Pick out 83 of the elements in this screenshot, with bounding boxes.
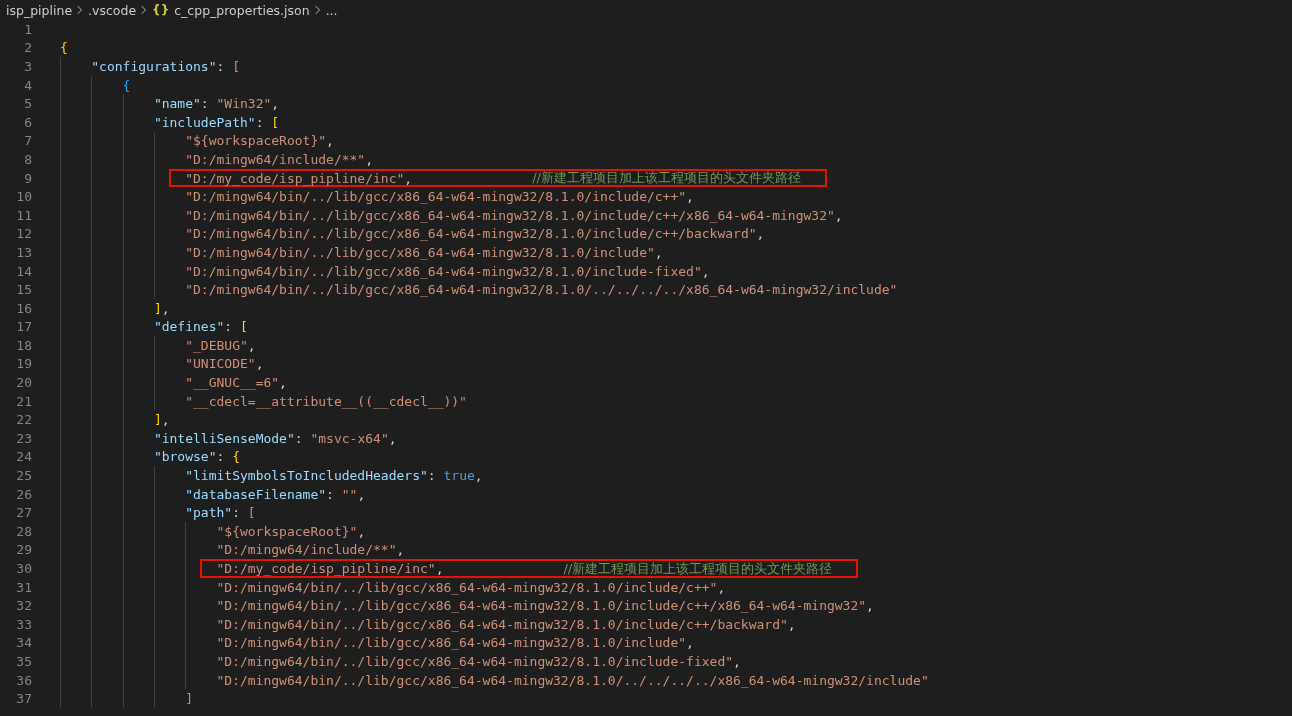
- code-line: "D:/mingw64/bin/../lib/gcc/x86_64-w64-mingw32/8.1.0/include",: [216, 635, 694, 651]
- line-number: 18: [15, 337, 32, 353]
- line-number: 17: [15, 319, 32, 335]
- code-line: "D:/mingw64/bin/../lib/gcc/x86_64-w64-mingw32/8.1.0/include/c++/x86_64-w64-mingw32",: [216, 598, 874, 614]
- breadcrumb-folder[interactable]: .vscode: [88, 2, 137, 18]
- code-line: "${workspaceRoot}",: [185, 133, 334, 149]
- line-number: 11: [15, 207, 32, 223]
- line-number: 28: [15, 523, 32, 539]
- code-line: ],: [153, 412, 170, 428]
- code-line: "D:/mingw64/bin/../lib/gcc/x86_64-w64-mingw32/8.1.0/include/c++/backward",: [216, 616, 796, 632]
- code-line: "limitSymbolsToIncludedHeaders": true,: [185, 468, 483, 484]
- code-line: "includePath": [: [153, 114, 280, 130]
- line-number: 22: [15, 412, 32, 428]
- code-comment: //新建工程项目加上该工程项目的头文件夹路径: [563, 559, 833, 578]
- chevron-icon: [314, 5, 321, 15]
- line-number: 30: [15, 561, 32, 576]
- code-line: "__cdecl=__attribute__((__cdecl__))": [185, 393, 467, 409]
- line-number: 23: [15, 430, 32, 446]
- code-line: "D:/my_code/isp_pipline/inc",: [185, 170, 413, 186]
- line-number: 4: [23, 77, 32, 93]
- line-number: 6: [23, 114, 32, 130]
- line-number: 2: [23, 40, 32, 56]
- line-number: 5: [23, 96, 32, 112]
- code-line: "__GNUC__=6",: [185, 375, 287, 391]
- code-line: "D:/mingw64/bin/../lib/gcc/x86_64-w64-mingw32/8.1.0/../../../../x86_64-w64-mingw32/include": [185, 282, 898, 298]
- line-number: 16: [15, 300, 32, 316]
- chevron-icon: [141, 5, 148, 15]
- code-comment: //新建工程项目加上该工程项目的头文件夹路径: [532, 169, 801, 188]
- code-line: "D:/mingw64/bin/../lib/gcc/x86_64-w64-mingw32/8.1.0/include-fixed",: [185, 263, 710, 279]
- line-number: 13: [15, 244, 32, 260]
- line-number: 25: [15, 468, 32, 484]
- line-number: 31: [15, 579, 32, 595]
- code-line: "defines": [: [153, 319, 248, 335]
- code-line: "intelliSenseMode": "msvc-x64",: [153, 430, 397, 446]
- breadcrumb-file[interactable]: c_cpp_properties.json: [174, 2, 310, 18]
- line-number: 10: [15, 189, 32, 205]
- line-number: 24: [15, 449, 32, 465]
- code-line: {: [60, 40, 68, 56]
- line-number: 8: [23, 151, 32, 167]
- code-line: "D:/my_code/isp_pipline/inc",: [216, 561, 444, 576]
- code-line: "D:/mingw64/bin/../lib/gcc/x86_64-w64-mingw32/8.1.0/include/c++/backward",: [185, 226, 765, 242]
- line-number: 14: [15, 263, 32, 279]
- line-number: 26: [15, 486, 32, 502]
- line-number: 20: [15, 375, 32, 391]
- line-number: 37: [15, 691, 32, 707]
- code-line: "D:/mingw64/bin/../lib/gcc/x86_64-w64-mingw32/8.1.0/../../../../x86_64-w64-mingw32/include": [216, 672, 929, 688]
- line-number: 3: [23, 59, 32, 74]
- line-number: 19: [15, 356, 32, 372]
- code-line: "browse": {: [153, 449, 240, 465]
- line-number: 15: [15, 282, 32, 298]
- line-number: 21: [15, 393, 32, 409]
- code-line: "databaseFilename": "",: [185, 486, 366, 502]
- code-line: "${workspaceRoot}",: [216, 523, 366, 539]
- code-line: "path": [: [185, 505, 256, 521]
- line-number: 27: [15, 505, 32, 521]
- line-number: 9: [23, 170, 32, 186]
- code-line: "name": "Win32",: [153, 96, 280, 112]
- code-line: "D:/mingw64/bin/../lib/gcc/x86_64-w64-mingw32/8.1.0/include/c++",: [185, 189, 694, 205]
- chevron-icon: [77, 5, 84, 15]
- line-number: 35: [15, 654, 32, 669]
- breadcrumb-folder[interactable]: isp_pipline: [6, 2, 73, 18]
- code-line: "D:/mingw64/include/**",: [216, 542, 405, 558]
- line-number: 12: [15, 226, 32, 242]
- code-line: ],: [153, 300, 170, 316]
- line-number: 34: [15, 635, 32, 651]
- code-line: "D:/mingw64/bin/../lib/gcc/x86_64-w64-mingw32/8.1.0/include/c++",: [216, 579, 726, 595]
- code-line: "configurations": [: [91, 59, 240, 74]
- code-line: "UNICODE",: [185, 356, 264, 372]
- line-number: 33: [15, 616, 32, 632]
- line-number: 1: [23, 21, 32, 37]
- json-file-icon: {}: [152, 3, 170, 17]
- code-line: "D:/mingw64/bin/../lib/gcc/x86_64-w64-mingw32/8.1.0/include-fixed",: [216, 654, 741, 669]
- code-line: ]: [185, 691, 193, 707]
- code-line: "D:/mingw64/include/**",: [185, 151, 374, 167]
- code-line: "D:/mingw64/bin/../lib/gcc/x86_64-w64-mingw32/8.1.0/include",: [185, 244, 663, 260]
- code-line: "D:/mingw64/bin/../lib/gcc/x86_64-w64-mingw32/8.1.0/include/c++/x86_64-w64-mingw32",: [185, 207, 843, 223]
- code-line: "_DEBUG",: [185, 337, 256, 353]
- breadcrumb-more[interactable]: ...: [325, 2, 338, 18]
- line-number: 7: [23, 133, 32, 149]
- line-number: 32: [15, 598, 32, 614]
- code-line: {: [122, 77, 131, 93]
- line-number: 36: [15, 672, 32, 688]
- line-number: 29: [15, 542, 32, 558]
